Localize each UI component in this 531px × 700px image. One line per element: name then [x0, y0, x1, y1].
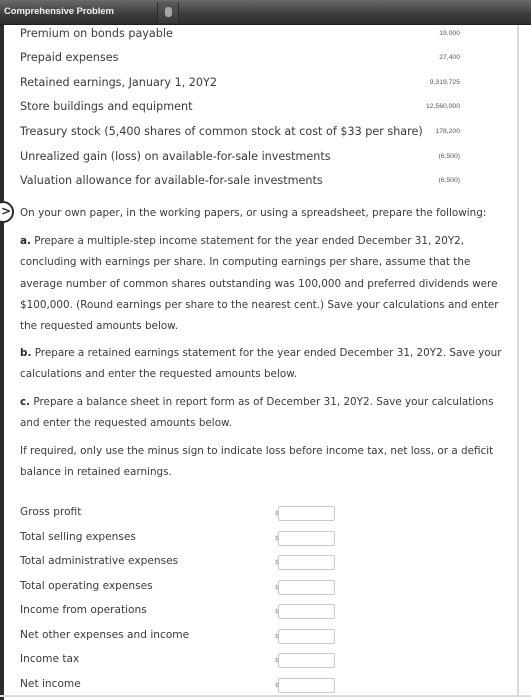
account-label: Premium on bonds payable	[20, 27, 173, 40]
account-row: Treasury stock (5,400 shares of common s…	[20, 122, 460, 146]
answer-label: Total selling expenses	[20, 531, 136, 543]
instructions-intro: On your own paper, in the working papers…	[20, 207, 487, 219]
instructions-note: If required, only use the minus sign to …	[20, 445, 494, 479]
account-value: (6,500)	[438, 153, 460, 160]
net-other-expenses-and-income-input[interactable]	[278, 629, 335, 644]
part-b-marker: b.	[20, 347, 32, 359]
grip-handle[interactable]	[157, 2, 179, 23]
part-a-marker: a.	[20, 235, 31, 247]
scrollbar-track[interactable]	[517, 25, 519, 695]
answer-row-total-operating-expenses: Total operating expenses $	[20, 576, 340, 600]
answer-label: Net income	[20, 678, 81, 690]
instructions-part-b: b. Prepare a retained earnings statement…	[20, 343, 510, 386]
account-row: Unrealized gain (loss) on available-for-…	[20, 147, 460, 171]
answer-row-gross-profit: Gross profit $	[20, 502, 340, 526]
grip-icon	[165, 7, 172, 17]
bottom-divider	[0, 695, 531, 697]
answer-row-income-from-operations: Income from operations $	[20, 600, 340, 624]
account-value: 12,560,000	[425, 103, 460, 110]
answer-label: Income tax	[20, 653, 80, 665]
account-label: Retained earnings, January 1, 20Y2	[20, 76, 217, 89]
total-operating-expenses-input[interactable]	[278, 580, 335, 595]
title-bar: Comprehensive Problem	[0, 0, 531, 25]
answer-label: Total administrative expenses	[20, 555, 179, 567]
account-value: 27,400	[439, 54, 460, 61]
instructions-part-a: a. Prepare a multiple-step income statem…	[20, 231, 510, 337]
account-value: 178,200	[435, 128, 460, 135]
account-row: Store buildings and equipment 12,560,000	[20, 97, 460, 121]
part-b-text: Prepare a retained earnings statement fo…	[20, 347, 502, 381]
account-label: Treasury stock (5,400 shares of common s…	[20, 125, 423, 138]
left-border	[0, 25, 4, 700]
chevron-right-icon: >	[1, 204, 12, 218]
account-value: (6,500)	[438, 177, 460, 184]
account-row: Prepaid expenses 27,400	[20, 48, 460, 72]
answer-row-total-administrative-expenses: Total administrative expenses $	[20, 551, 340, 575]
income-from-operations-input[interactable]	[278, 604, 335, 619]
answer-label: Income from operations	[20, 604, 147, 616]
account-label: Valuation allowance for available-for-sa…	[20, 174, 323, 187]
instructions-part-c: c. Prepare a balance sheet in report for…	[20, 392, 510, 435]
expand-toggle-button[interactable]: >	[0, 201, 14, 223]
net-income-input[interactable]	[278, 678, 335, 693]
part-a-text: Prepare a multiple-step income statement…	[20, 235, 499, 333]
window-title: Comprehensive Problem	[4, 6, 114, 17]
answer-row-income-tax: Income tax $	[20, 649, 340, 673]
account-value: 9,319,725	[429, 79, 460, 86]
account-label: Unrealized gain (loss) on available-for-…	[20, 150, 331, 163]
account-row: Retained earnings, January 1, 20Y2 9,319…	[20, 73, 460, 97]
total-administrative-expenses-input[interactable]	[278, 555, 335, 570]
answer-row-net-other-expenses-and-income: Net other expenses and income $	[20, 625, 340, 649]
gross-profit-input[interactable]	[278, 506, 335, 521]
account-value: 19,000	[439, 30, 460, 37]
answer-label: Gross profit	[20, 506, 82, 518]
account-label: Store buildings and equipment	[20, 100, 193, 113]
account-label: Prepaid expenses	[20, 51, 119, 64]
answer-row-total-selling-expenses: Total selling expenses $	[20, 527, 340, 551]
account-row: Premium on bonds payable 19,000	[20, 24, 460, 48]
part-c-marker: c.	[20, 396, 31, 408]
part-c-text: Prepare a balance sheet in report form a…	[20, 396, 494, 430]
answer-label: Total operating expenses	[20, 580, 153, 592]
account-row: Valuation allowance for available-for-sa…	[20, 171, 460, 195]
answer-label: Net other expenses and income	[20, 629, 190, 641]
income-tax-input[interactable]	[278, 653, 335, 668]
total-selling-expenses-input[interactable]	[278, 531, 335, 546]
